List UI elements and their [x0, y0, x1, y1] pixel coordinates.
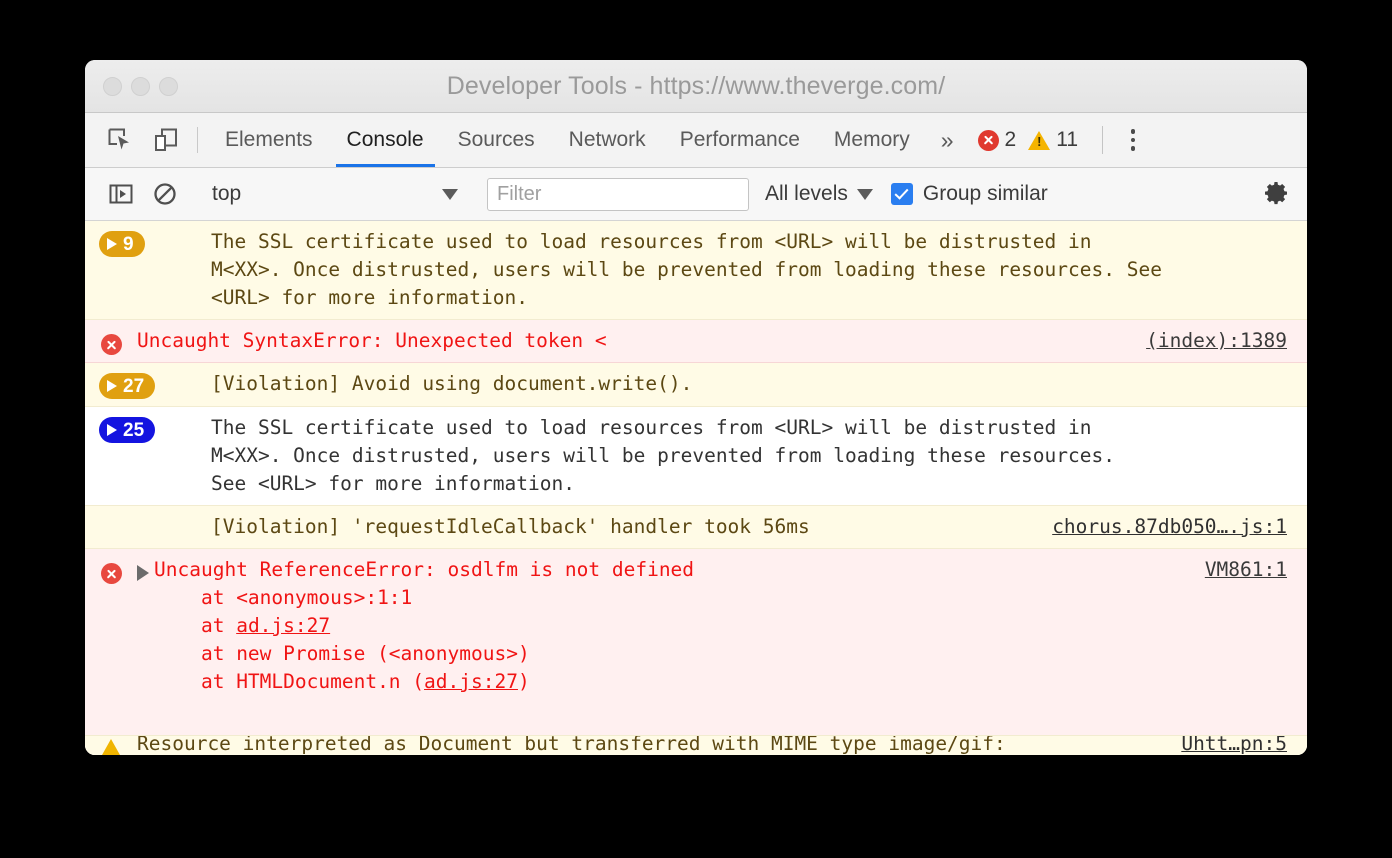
stack-frame-2: at new Promise (<anonymous>): [154, 642, 530, 665]
group-count-value: 27: [123, 375, 145, 397]
error-icon: [100, 334, 122, 355]
group-count-badge[interactable]: 9: [99, 231, 145, 257]
warning-icon: [102, 739, 120, 755]
console-message-text: Uncaught ReferenceError: osdlfm is not d…: [154, 556, 1195, 752]
window-titlebar: Developer Tools - https://www.theverge.c…: [85, 60, 1307, 113]
window-controls: [103, 60, 178, 112]
chevron-down-icon-2: [856, 188, 873, 200]
log-levels-label: All levels: [765, 182, 848, 205]
console-message-text: [Violation] Avoid using document.write()…: [211, 372, 693, 395]
row-gutter: 9: [85, 228, 211, 257]
error-title: Uncaught ReferenceError: osdlfm is not d…: [154, 558, 695, 581]
console-row-syntax-error[interactable]: Uncaught SyntaxError: Unexpected token <…: [85, 320, 1307, 363]
expand-triangle-icon: [107, 424, 117, 436]
tab-performance[interactable]: Performance: [663, 113, 817, 167]
console-row-ssl-info-grouped[interactable]: 25 The SSL certificate used to load reso…: [85, 407, 1307, 506]
console-row-reference-error[interactable]: Uncaught ReferenceError: osdlfm is not d…: [85, 549, 1307, 755]
console-message-text: Resource interpreted as Document but tra…: [137, 735, 1006, 755]
stack-frame-1: at ad.js:27: [154, 614, 331, 637]
group-count-value: 9: [123, 233, 134, 255]
row-gutter: [85, 327, 137, 355]
close-button[interactable]: [103, 76, 122, 96]
group-count-badge[interactable]: 25: [99, 417, 156, 443]
console-row-violation-document-write[interactable]: 27 [Violation] Avoid using document.writ…: [85, 363, 1307, 407]
tab-list: Elements Console Sources Network Perform…: [208, 113, 927, 167]
source-link[interactable]: Uhtt…pn:5: [1171, 736, 1307, 755]
stack-source-link[interactable]: ad.js:27: [236, 614, 330, 637]
console-message-text: The SSL certificate used to load resourc…: [211, 230, 1162, 309]
screen: Developer Tools - https://www.theverge.c…: [0, 0, 1392, 858]
group-similar-label: Group similar: [922, 182, 1048, 205]
more-tabs-icon[interactable]: »: [927, 113, 968, 167]
stack-frame-0: at <anonymous>:1:1: [154, 586, 413, 609]
tabbar-divider: [1102, 126, 1104, 154]
stack-frame-3: at HTMLDocument.n (ad.js:27): [154, 670, 530, 693]
source-link[interactable]: (index):1389: [1136, 327, 1307, 355]
tab-network[interactable]: Network: [552, 113, 663, 167]
row-gutter: 27: [85, 370, 211, 399]
log-levels-dropdown[interactable]: All levels: [765, 182, 873, 206]
console-message-text: The SSL certificate used to load resourc…: [211, 416, 1115, 495]
console-message-text: [Violation] 'requestIdleCallback' handle…: [211, 515, 810, 538]
execution-context-label: top: [212, 182, 242, 205]
group-similar-checkbox[interactable]: [890, 183, 913, 205]
expand-triangle-icon: [107, 238, 117, 250]
minimize-button[interactable]: [131, 76, 150, 96]
execution-context-dropdown[interactable]: top: [208, 182, 466, 206]
error-icon: [100, 563, 122, 584]
devtools-tabbar: Elements Console Sources Network Perform…: [85, 113, 1307, 168]
zoom-button[interactable]: [159, 76, 178, 96]
inspect-element-icon[interactable]: [97, 113, 143, 167]
tab-sources[interactable]: Sources: [441, 113, 552, 167]
kebab-menu-icon[interactable]: [1115, 113, 1151, 167]
row-gutter: [85, 556, 137, 584]
warning-count-value: 11: [1056, 128, 1079, 151]
console-row-mime-type-warning[interactable]: Resource interpreted as Document but tra…: [85, 735, 1307, 755]
row-gutter: [85, 513, 211, 516]
source-link[interactable]: VM861:1: [1195, 556, 1307, 584]
group-similar-toggle[interactable]: Group similar: [890, 182, 1048, 206]
warning-count-icon[interactable]: [1028, 130, 1051, 150]
group-count-value: 25: [123, 419, 145, 441]
expand-stack-triangle-icon[interactable]: [137, 565, 149, 581]
console-sidebar-icon[interactable]: [99, 181, 143, 207]
tab-memory[interactable]: Memory: [817, 113, 927, 167]
settings-button[interactable]: [1245, 180, 1307, 208]
error-count-icon[interactable]: [977, 129, 999, 151]
tab-console[interactable]: Console: [330, 113, 441, 167]
row-gutter: [85, 736, 137, 755]
issue-counts: 2 11: [968, 113, 1091, 167]
clear-console-icon[interactable]: [143, 181, 187, 207]
stack-source-link-2[interactable]: ad.js:27: [424, 670, 518, 693]
console-toolbar: top All levels Group similar: [85, 168, 1307, 221]
filter-input[interactable]: [487, 177, 749, 211]
gear-icon: [1265, 182, 1287, 205]
row-gutter: 25: [85, 414, 211, 443]
console-row-violation-requestidlecallback[interactable]: [Violation] 'requestIdleCallback' handle…: [85, 506, 1307, 549]
console-row-ssl-warning-grouped[interactable]: 9 The SSL certificate used to load resou…: [85, 221, 1307, 320]
device-toolbar-icon[interactable]: [143, 113, 189, 167]
tab-elements[interactable]: Elements: [208, 113, 330, 167]
chevron-down-icon: [442, 188, 458, 200]
console-log-panel[interactable]: 9 The SSL certificate used to load resou…: [85, 221, 1307, 755]
group-count-badge[interactable]: 27: [99, 373, 156, 399]
expand-triangle-icon: [107, 380, 117, 392]
devtools-window: Developer Tools - https://www.theverge.c…: [85, 60, 1307, 755]
toolbar-divider: [197, 127, 198, 153]
error-count-value: 2: [1004, 128, 1017, 151]
console-message-text: Uncaught SyntaxError: Unexpected token <: [137, 329, 607, 352]
window-title: Developer Tools - https://www.theverge.c…: [446, 71, 946, 100]
source-link[interactable]: chorus.87db050….js:1: [1042, 513, 1307, 541]
